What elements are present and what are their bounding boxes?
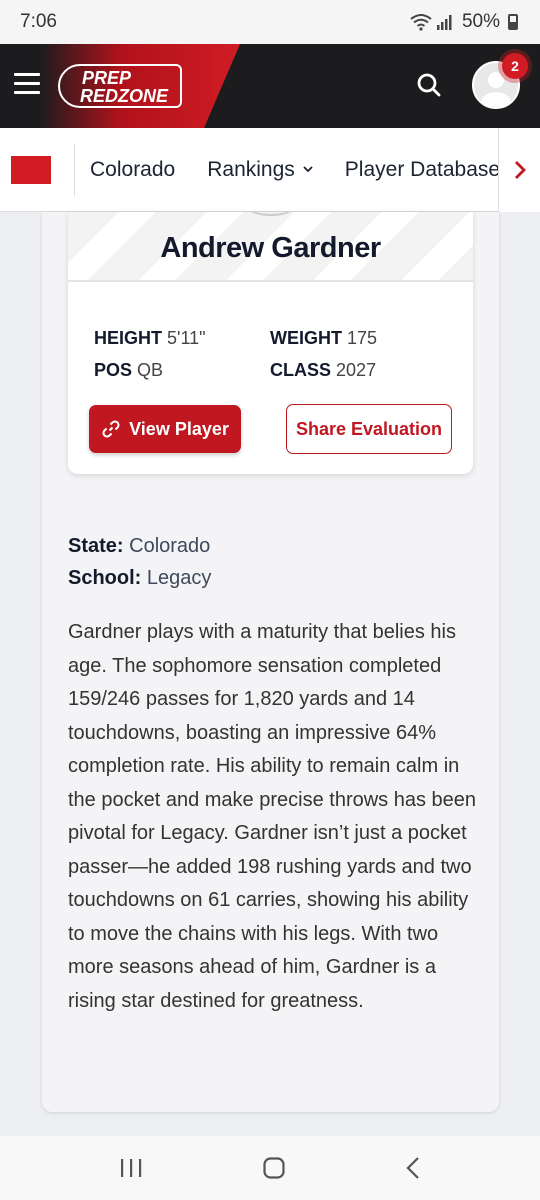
- status-time: 7:06: [20, 11, 57, 32]
- info-state: State: Colorado: [68, 530, 211, 562]
- link-icon: [102, 420, 120, 438]
- player-name: Andrew Gardner: [160, 232, 381, 264]
- top-nav: Colorado Rankings Player Database: [0, 128, 540, 212]
- signal-icon: [436, 15, 452, 30]
- nav-rankings-label: Rankings: [207, 157, 295, 181]
- player-info: State: Colorado School: Legacy: [68, 530, 211, 594]
- stat-weight-value: 175: [347, 328, 378, 348]
- home-icon[interactable]: [262, 1156, 286, 1180]
- notification-badge[interactable]: 2: [502, 53, 528, 79]
- player-photo: [236, 212, 306, 216]
- info-state-label: State:: [68, 535, 124, 557]
- nav-item-colorado[interactable]: Colorado: [90, 158, 175, 182]
- logo-line1: PREP: [82, 68, 132, 88]
- logo-line2: REDZONE: [80, 86, 169, 106]
- nav-scroll-right-button[interactable]: [498, 128, 540, 212]
- stat-class-value: 2027: [336, 360, 377, 380]
- nav-item-rankings[interactable]: Rankings: [207, 158, 313, 182]
- stat-pos: POS QB: [94, 360, 163, 381]
- system-navigation-bar: [0, 1136, 540, 1200]
- stat-height: HEIGHT 5'11": [94, 328, 206, 349]
- back-icon[interactable]: [405, 1156, 421, 1180]
- status-right: 50%: [410, 11, 518, 33]
- stat-pos-value: QB: [137, 360, 164, 380]
- menu-icon[interactable]: [14, 73, 40, 95]
- chevron-right-icon: [514, 161, 526, 179]
- player-card: Andrew Gardner HEIGHT 5'11" WEIGHT 175 P…: [68, 212, 473, 474]
- site-header: PREP REDZONE: [0, 44, 540, 128]
- status-bar: 7:06 50%: [0, 0, 540, 44]
- battery-icon: [508, 14, 518, 30]
- nav-item-player-database[interactable]: Player Database: [345, 158, 500, 182]
- stat-class: CLASS 2027: [270, 360, 376, 381]
- state-flag-icon[interactable]: [11, 155, 51, 184]
- battery-text: 50%: [461, 11, 500, 32]
- nav-divider: [74, 143, 75, 196]
- stat-weight: WEIGHT 175: [270, 328, 377, 349]
- info-school-label: School:: [68, 567, 142, 589]
- info-school-value: Legacy: [146, 567, 212, 589]
- search-icon[interactable]: [416, 72, 442, 98]
- stat-pos-label: POS: [94, 360, 133, 380]
- stat-class-label: CLASS: [270, 360, 332, 380]
- status-icons: [410, 13, 454, 31]
- stat-weight-label: WEIGHT: [270, 328, 342, 348]
- wifi-icon: [410, 14, 432, 31]
- view-player-label: View Player: [129, 418, 229, 439]
- site-logo[interactable]: PREP REDZONE: [58, 64, 182, 108]
- chevron-down-icon: [303, 166, 313, 173]
- recent-apps-icon[interactable]: [119, 1157, 143, 1179]
- stat-height-value: 5'11": [167, 328, 206, 348]
- view-player-button[interactable]: View Player: [89, 405, 241, 453]
- info-school: School: Legacy: [68, 562, 211, 594]
- player-name-area: Andrew Gardner: [68, 212, 473, 282]
- stat-height-label: HEIGHT: [94, 328, 163, 348]
- evaluation-text: Gardner plays with a maturity that belie…: [68, 621, 477, 1012]
- info-state-value: Colorado: [129, 535, 211, 557]
- share-evaluation-button[interactable]: Share Evaluation: [286, 404, 452, 454]
